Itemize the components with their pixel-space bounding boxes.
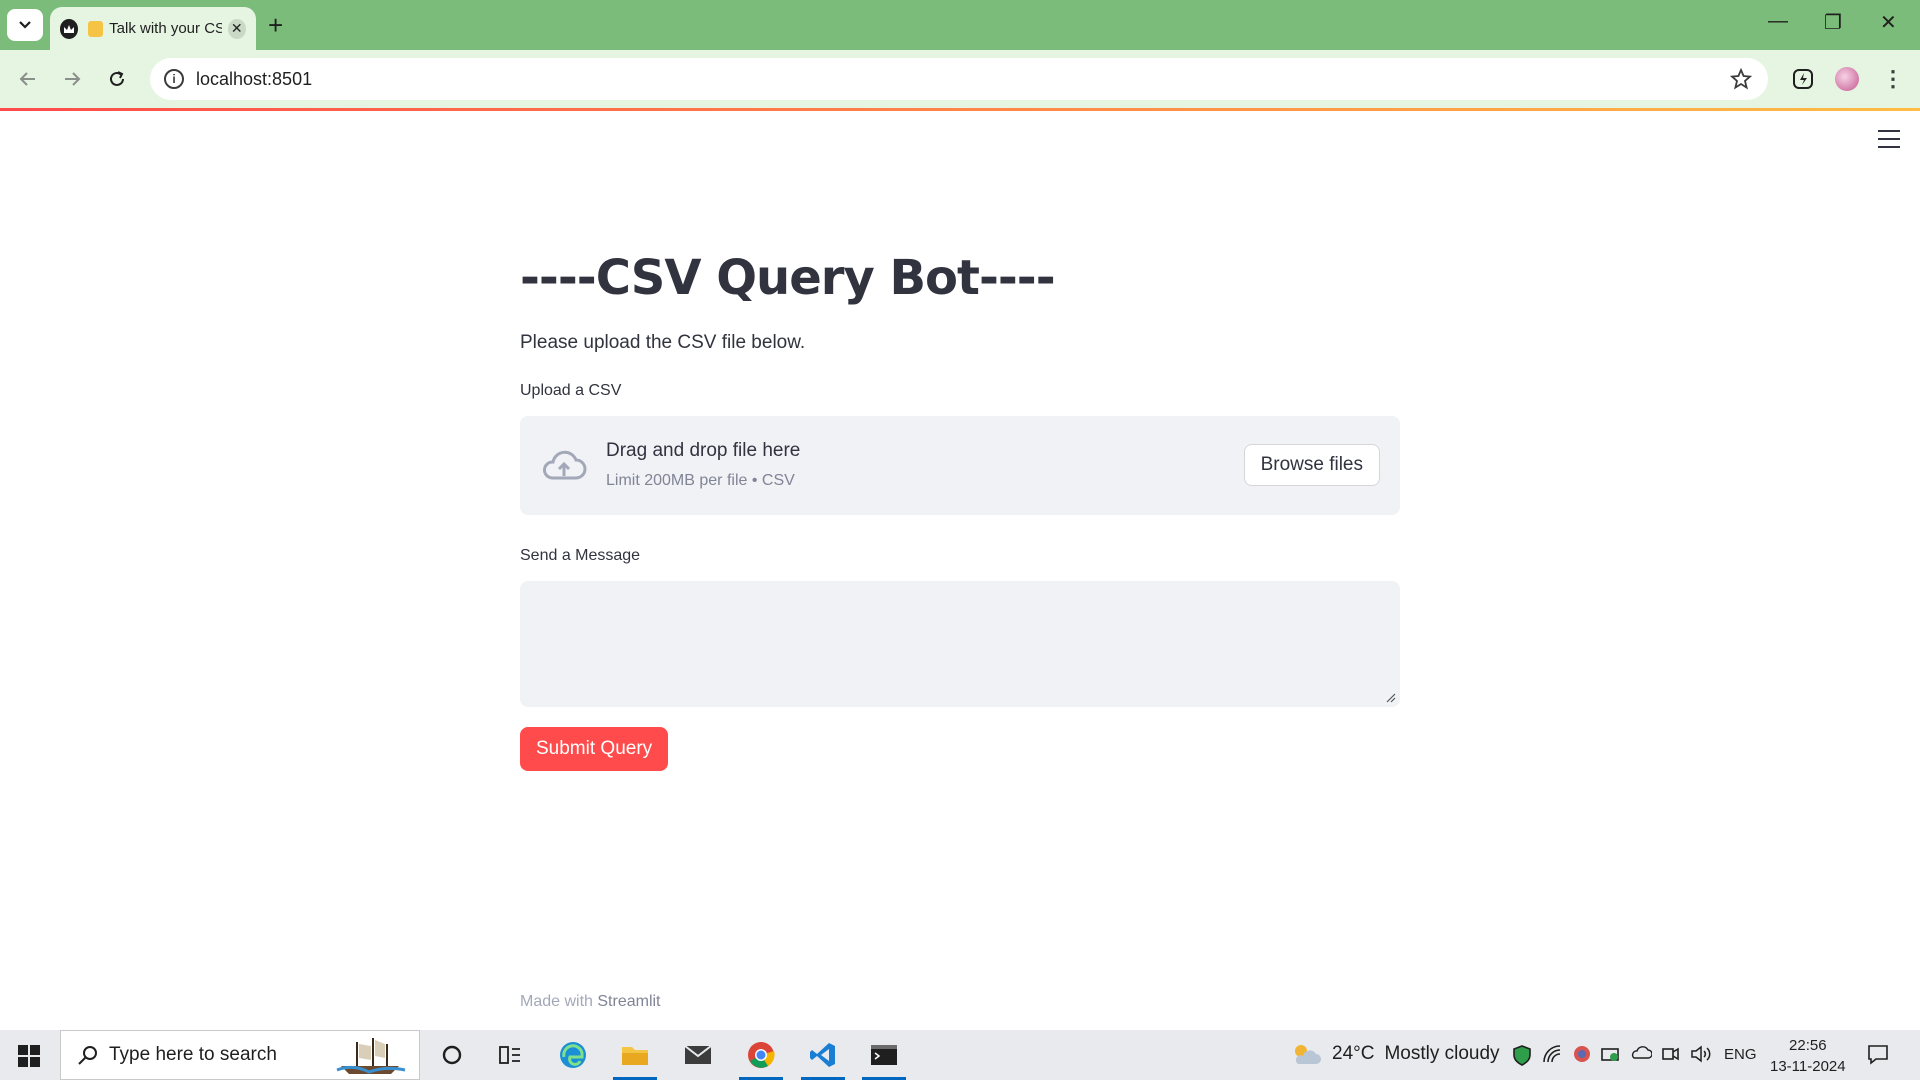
page-title: ----CSV Query Bot---- — [520, 250, 1056, 306]
windows-start-icon[interactable] — [18, 1045, 40, 1067]
volume-icon[interactable] — [1690, 1044, 1712, 1064]
window-close-button[interactable]: ✕ — [1880, 10, 1897, 35]
cortana-icon[interactable] — [424, 1030, 480, 1080]
forward-button[interactable] — [56, 63, 88, 95]
weather-description: Mostly cloudy — [1384, 1043, 1500, 1064]
edge-icon[interactable] — [545, 1030, 601, 1080]
dropzone-limit: Limit 200MB per file • CSV — [606, 471, 795, 489]
profile-avatar[interactable] — [1832, 64, 1862, 94]
browser-tab-bar: Talk with your CSV ✕ + — ❐ ✕ — [0, 0, 1920, 50]
footer-prefix: Made with — [520, 993, 598, 1010]
reload-button[interactable] — [101, 63, 133, 95]
browser-toolbar: i localhost:8501 ⋮ — [0, 50, 1920, 108]
cloud-upload-icon — [543, 450, 587, 480]
tab-title: Talk with your CSV — [109, 20, 222, 37]
info-icon[interactable]: i — [164, 69, 184, 89]
tab-close-icon[interactable]: ✕ — [227, 18, 246, 39]
file-dropzone[interactable]: Drag and drop file here Limit 200MB per … — [520, 415, 1400, 515]
arrow-left-icon — [19, 72, 35, 86]
weather-temp: 24°C — [1332, 1043, 1375, 1064]
vscode-icon[interactable] — [795, 1030, 851, 1080]
taskbar-clock[interactable]: 22:56 13-11-2024 — [1770, 1035, 1846, 1077]
address-bar[interactable]: i localhost:8501 — [150, 58, 1768, 100]
browse-files-button[interactable]: Browse files — [1243, 443, 1380, 486]
chevron-down-icon — [19, 21, 31, 29]
app-tray-icon[interactable] — [1572, 1044, 1592, 1064]
clock-time: 22:56 — [1789, 1037, 1827, 1054]
streamlit-link[interactable]: Streamlit — [597, 993, 660, 1010]
taskbar-search[interactable]: Type here to search — [60, 1030, 420, 1080]
footer: Made with Streamlit — [520, 993, 661, 1011]
reload-icon — [110, 71, 124, 86]
new-tab-button[interactable]: + — [268, 12, 283, 38]
hamburger-icon[interactable] — [1878, 130, 1900, 148]
weather-widget[interactable]: 24°C Mostly cloudy — [1290, 1042, 1500, 1066]
tab-search-button[interactable] — [7, 9, 43, 41]
main-content: ----CSV Query Bot---- Please upload the … — [520, 250, 1400, 771]
message-label: Send a Message — [520, 546, 641, 564]
window-minimize-button[interactable]: — — [1768, 10, 1788, 33]
pirate-ship-icon — [336, 1038, 406, 1074]
meet-now-icon[interactable] — [1660, 1044, 1680, 1064]
task-view-icon[interactable] — [482, 1030, 538, 1080]
submit-query-button[interactable]: Submit Query — [520, 726, 669, 771]
search-icon — [78, 1046, 97, 1065]
crown-icon — [60, 18, 79, 39]
resize-grip-icon[interactable] — [1386, 693, 1396, 703]
extension-icon[interactable] — [1788, 64, 1818, 94]
terminal-icon[interactable] — [856, 1030, 912, 1080]
intro-text: Please upload the CSV file below. — [520, 331, 806, 353]
clock-date: 13-11-2024 — [1770, 1058, 1846, 1075]
streamlit-favicon-icon — [88, 20, 104, 37]
browser-tab[interactable]: Talk with your CSV ✕ — [50, 7, 256, 50]
file-explorer-icon[interactable] — [607, 1030, 663, 1080]
battery-icon[interactable] — [1600, 1044, 1622, 1064]
input-language[interactable]: ENG — [1724, 1046, 1757, 1063]
upload-label: Upload a CSV — [520, 381, 622, 399]
kebab-menu-icon[interactable]: ⋮ — [1878, 64, 1908, 94]
wifi-icon[interactable] — [1542, 1044, 1562, 1064]
arrow-right-icon — [65, 72, 81, 86]
url-text[interactable]: localhost:8501 — [196, 69, 312, 90]
security-shield-icon[interactable] — [1512, 1044, 1532, 1066]
star-icon[interactable] — [1730, 68, 1752, 90]
notifications-icon[interactable] — [1866, 1042, 1890, 1066]
chrome-icon[interactable] — [733, 1030, 789, 1080]
onedrive-icon[interactable] — [1630, 1044, 1652, 1060]
streamlit-decoration-bar — [0, 108, 1920, 111]
message-textarea[interactable] — [520, 580, 1400, 707]
partly-cloudy-icon — [1295, 1045, 1321, 1064]
back-button[interactable] — [12, 63, 44, 95]
taskbar-search-placeholder: Type here to search — [109, 1044, 277, 1065]
window-restore-button[interactable]: ❐ — [1824, 10, 1842, 35]
dropzone-instructions: Drag and drop file here — [606, 439, 801, 461]
mail-icon[interactable] — [670, 1030, 726, 1080]
windows-taskbar: Type here to search 24°C Mostly cloudy E… — [0, 1030, 1920, 1080]
